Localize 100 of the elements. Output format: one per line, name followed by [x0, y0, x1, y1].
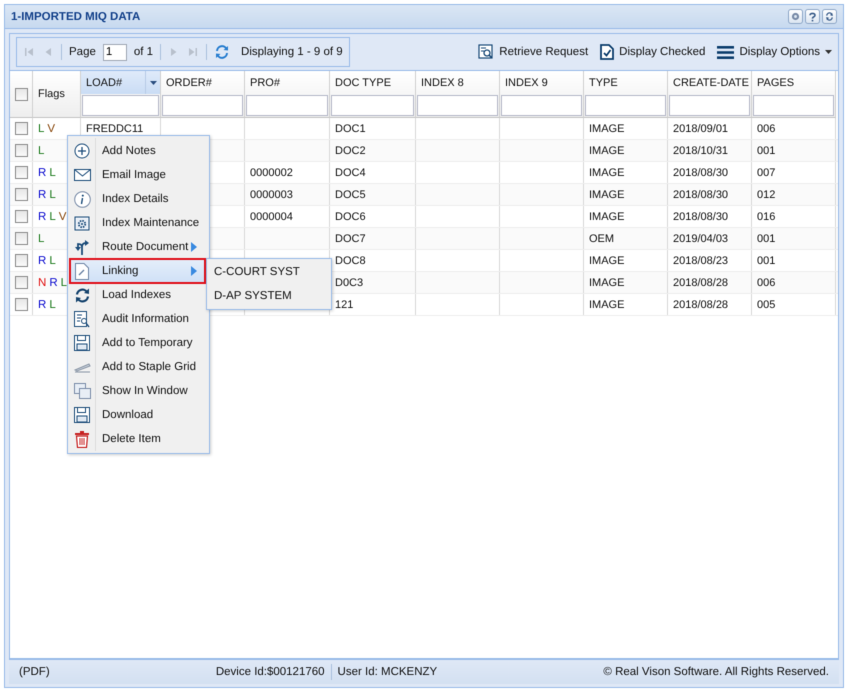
flag-letter: R — [38, 188, 46, 200]
question-mark-icon — [808, 12, 817, 22]
column-header[interactable]: Flags — [33, 71, 81, 118]
flag-letter: L — [38, 144, 44, 156]
device-id: Device Id:$00121760 — [216, 666, 325, 678]
menu-item[interactable]: Add to Temporary — [70, 331, 205, 355]
column-header[interactable]: PRO# — [245, 71, 330, 118]
menu-item[interactable]: Email Image — [70, 163, 205, 187]
table-cell: DOC5 — [335, 188, 366, 200]
refresh-icon — [825, 12, 834, 21]
filter-field[interactable] — [162, 95, 243, 116]
column-header[interactable]: INDEX 8 — [416, 71, 500, 118]
row-checkbox[interactable] — [14, 166, 28, 179]
column-header[interactable]: LOAD# — [81, 71, 161, 118]
help-button[interactable] — [805, 9, 820, 24]
column-title: DOC TYPE — [335, 76, 392, 88]
refresh-icon[interactable] — [214, 44, 230, 60]
caret-icon — [825, 50, 832, 54]
menu-item[interactable]: Index Maintenance — [70, 211, 205, 235]
menu-item[interactable]: Add to Staple Grid — [70, 355, 205, 379]
filter-field[interactable] — [417, 95, 498, 116]
row-checkbox[interactable] — [14, 298, 28, 311]
flag-letter: R — [49, 276, 58, 288]
envelope-icon — [74, 169, 90, 181]
column-header[interactable]: DOC TYPE — [330, 71, 416, 118]
table-cell: 2018/08/30 — [673, 166, 728, 178]
select-all-checkbox[interactable] — [14, 88, 28, 100]
user-id: User Id: MCKENZY — [338, 666, 438, 678]
table-cell: 2018/10/31 — [673, 144, 728, 156]
filter-field[interactable] — [669, 95, 750, 116]
menu-item[interactable]: Show In Window — [70, 379, 205, 403]
display-checked-button[interactable]: Display Checked — [600, 44, 706, 60]
page-count: of 1 — [134, 46, 154, 58]
table-cell: 2018/08/30 — [673, 210, 728, 222]
row-checkbox[interactable] — [14, 122, 28, 135]
table-cell: 005 — [757, 298, 776, 310]
filter-field[interactable] — [501, 95, 582, 116]
page-field[interactable]: 1 — [102, 44, 127, 60]
row-checkbox[interactable] — [14, 276, 28, 289]
flag-letter: L — [60, 276, 68, 288]
column-header[interactable]: ORDER# — [161, 71, 245, 118]
flag-letter: L — [49, 188, 56, 200]
column-title: PRO# — [250, 76, 280, 88]
row-checkbox[interactable] — [14, 254, 28, 267]
menu-item[interactable]: Linking — [70, 259, 205, 283]
menu-item[interactable]: Add Notes — [70, 139, 205, 163]
refresh-icon — [74, 286, 90, 304]
row-checkbox[interactable] — [14, 144, 28, 157]
filter-field[interactable] — [753, 95, 834, 116]
flag-letter: V — [58, 210, 66, 222]
table-cell: OEM — [589, 232, 614, 244]
menu-item[interactable]: Route Document — [70, 235, 205, 259]
document-check-icon — [600, 44, 614, 60]
flag-letter: L — [49, 166, 56, 178]
windows-icon — [74, 383, 90, 399]
table-cell: 006 — [757, 276, 776, 288]
column-header[interactable]: TYPE — [584, 71, 668, 118]
menu-item[interactable]: Index Details — [70, 187, 205, 211]
row-checkbox[interactable] — [14, 210, 28, 223]
menu-item[interactable]: Delete Item — [70, 427, 205, 451]
gear-document-icon — [74, 215, 90, 231]
submenu-item[interactable]: C-COURT SYST — [207, 260, 331, 284]
filter-field[interactable] — [331, 95, 414, 116]
table-cell: DOC1 — [335, 122, 366, 134]
window-title: 1-IMPORTED MIQ DATA — [11, 10, 140, 22]
menu-item[interactable]: Audit Information — [70, 307, 205, 331]
document-search-icon — [478, 44, 494, 60]
column-title: INDEX 9 — [505, 76, 548, 88]
refresh-button[interactable] — [822, 9, 837, 24]
filter-field[interactable] — [246, 95, 328, 116]
column-menu-trigger[interactable] — [145, 71, 160, 94]
table-cell: 2018/08/30 — [673, 188, 728, 200]
column-header[interactable]: CREATE-DATE — [668, 71, 752, 118]
submenu-item[interactable]: D-AP SYSTEM — [207, 284, 331, 308]
table-cell: IMAGE — [589, 298, 624, 310]
filter-field[interactable] — [585, 95, 666, 116]
column-title: TYPE — [589, 76, 618, 88]
row-checkbox[interactable] — [14, 188, 28, 201]
table-cell: DOC6 — [335, 210, 366, 222]
retrieve-request-button[interactable]: Retrieve Request — [478, 44, 588, 60]
filter-field[interactable] — [82, 95, 159, 116]
plus-icon — [74, 143, 90, 159]
column-title: INDEX 8 — [421, 76, 464, 88]
table-cell: DOC8 — [335, 254, 366, 266]
table-cell: DOC4 — [335, 166, 366, 178]
flag-letter: V — [47, 122, 56, 134]
row-checkbox[interactable] — [14, 232, 28, 245]
menu-item[interactable]: Load Indexes — [70, 283, 205, 307]
menu-item[interactable]: Download — [70, 403, 205, 427]
table-cell: IMAGE — [589, 166, 624, 178]
table-cell: IMAGE — [589, 254, 624, 266]
column-header[interactable]: INDEX 9 — [500, 71, 584, 118]
table-cell: 2018/08/28 — [673, 298, 728, 310]
table-cell: 012 — [757, 188, 776, 200]
table-cell: D0C3 — [335, 276, 364, 288]
settings-button[interactable] — [788, 9, 803, 24]
table-cell: 001 — [757, 254, 776, 266]
column-title: ORDER# — [166, 76, 212, 88]
display-options-button[interactable]: Display Options — [717, 44, 832, 60]
column-header[interactable]: PAGES — [752, 71, 836, 118]
